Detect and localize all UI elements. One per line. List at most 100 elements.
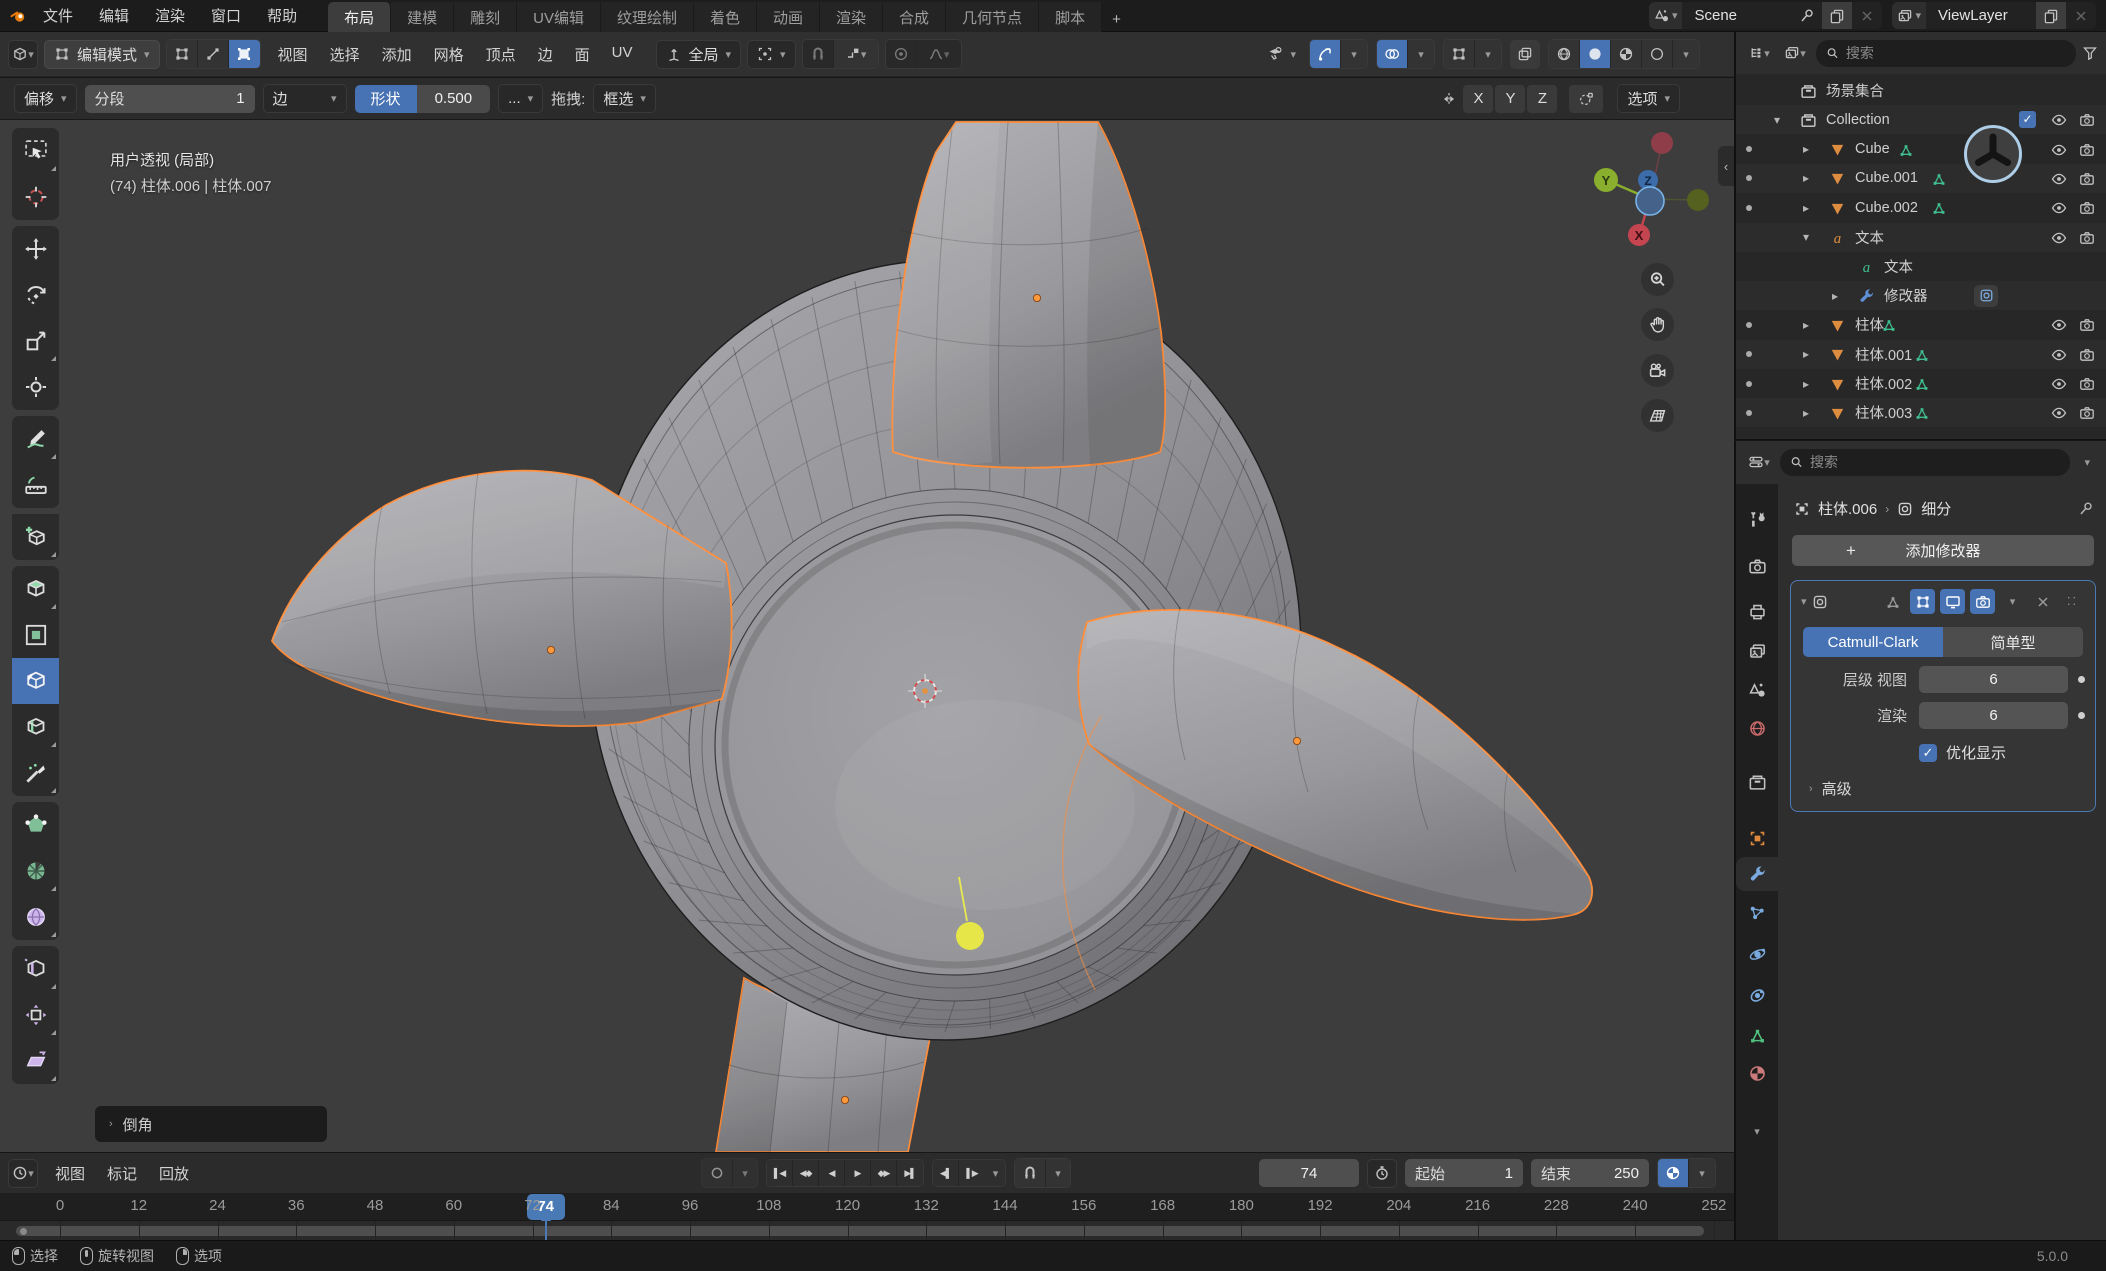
chevron-right-icon[interactable]: ▸ [1803, 318, 1809, 332]
tool-smooth[interactable] [12, 894, 59, 940]
outliner-row-9[interactable]: ▸柱体.001 [1736, 340, 2106, 369]
tabs-scroll-down-icon[interactable]: ▾ [1736, 1114, 1778, 1148]
properties-tab-particles[interactable] [1736, 896, 1778, 930]
play-button[interactable]: ▶ [845, 1160, 871, 1186]
drag-mode-dropdown[interactable]: 框选▾ [593, 84, 656, 113]
tool-inset-faces[interactable] [12, 612, 59, 658]
timeline-menu-2[interactable]: 回放 [148, 1160, 200, 1187]
chevron-down-icon[interactable]: ▾ [1803, 230, 1809, 244]
scene-icon[interactable]: ▾ [1649, 2, 1683, 29]
segments-field[interactable]: 分段 1 [85, 85, 255, 113]
workspace-tab-7[interactable]: 渲染 [820, 2, 883, 32]
outliner-row-2[interactable]: ▸Cube [1736, 135, 2106, 164]
mode-dropdown[interactable]: 编辑模式 ▾ [44, 40, 160, 69]
properties-tab-collection[interactable] [1736, 765, 1778, 799]
viewport-menu-0[interactable]: 视图 [267, 40, 319, 69]
tool-loop-cut[interactable] [12, 704, 59, 750]
new-scene-icon[interactable] [1822, 2, 1852, 29]
optimal-display-checkbox[interactable]: ✓ [1919, 744, 1937, 762]
hide-eye-toggle[interactable] [2051, 375, 2068, 392]
face-select-mode-button[interactable] [229, 40, 260, 68]
tool-extrude-region[interactable] [12, 566, 59, 612]
viewport-menu-1[interactable]: 选择 [319, 40, 371, 69]
workspace-tab-9[interactable]: 几何节点 [946, 2, 1039, 32]
outliner-search[interactable] [1816, 40, 2076, 67]
tool-bevel[interactable] [12, 658, 59, 704]
disable-render-toggle[interactable] [2079, 170, 2096, 187]
workspace-tab-3[interactable]: UV编辑 [517, 2, 601, 32]
affect-dropdown[interactable]: 边▾ [263, 84, 347, 113]
zoom-button[interactable] [1641, 263, 1674, 296]
viewport-menu-2[interactable]: 添加 [371, 40, 423, 69]
tool-scale[interactable] [12, 318, 59, 364]
tool-poly-build[interactable] [12, 802, 59, 848]
disable-render-toggle[interactable] [2079, 316, 2096, 333]
vertex-select-mode-button[interactable] [167, 40, 198, 68]
timeline-menu-0[interactable]: 视图 [44, 1160, 96, 1187]
outliner-row-1[interactable]: ▾Collection✓ [1736, 105, 2106, 134]
breadcrumb-panel[interactable]: 细分 [1921, 498, 1951, 519]
viewport-menu-3[interactable]: 网格 [423, 40, 475, 69]
tool-select-box[interactable] [12, 128, 59, 174]
operator-panel[interactable]: › 倒角 [95, 1106, 327, 1142]
drag-handle[interactable]: ⁚⁚ [2060, 589, 2085, 614]
shading-dropdown[interactable]: ▾ [1673, 40, 1699, 68]
editmode-overlays-button[interactable] [1444, 40, 1475, 68]
play-reverse-button[interactable]: ◀ [819, 1160, 845, 1186]
workspace-tab-5[interactable]: 着色 [694, 2, 757, 32]
timeline-menu-1[interactable]: 标记 [96, 1160, 148, 1187]
mirror-axis-y[interactable]: Y [1495, 85, 1525, 113]
subdivision-type-1[interactable]: 简单型 [1943, 627, 2083, 657]
hide-eye-toggle[interactable] [2051, 111, 2068, 128]
properties-tab-tool[interactable] [1736, 502, 1778, 536]
show-overlays-toggle[interactable] [1377, 40, 1408, 68]
disable-render-toggle[interactable] [2079, 346, 2096, 363]
tool-add-cube[interactable] [12, 514, 59, 560]
mirror-axis-x[interactable]: X [1463, 85, 1493, 113]
toggle-xray-button[interactable] [1510, 40, 1540, 69]
step-forward-button[interactable]: ▌▶ [959, 1160, 985, 1186]
workspace-tab-1[interactable]: 建模 [391, 2, 454, 32]
ortho-toggle-button[interactable] [1641, 399, 1674, 432]
viewport-menu-6[interactable]: 面 [564, 40, 601, 69]
tool-rotate[interactable] [12, 272, 59, 318]
hide-eye-toggle[interactable] [2051, 229, 2068, 246]
outliner-search-input[interactable] [1846, 45, 2066, 61]
collection-checkbox[interactable]: ✓ [2019, 111, 2036, 128]
offset-mode-dropdown[interactable]: 偏移▾ [14, 84, 77, 113]
render-value-field[interactable]: 6 [1919, 702, 2068, 729]
properties-tab-modifiers[interactable] [1736, 857, 1778, 891]
levels-value-field[interactable]: 6 [1919, 666, 2068, 693]
outliner-row-8[interactable]: ▸柱体 [1736, 310, 2106, 339]
tool-cursor[interactable] [12, 174, 59, 220]
transform-orientation-dropdown[interactable]: 全局 ▾ [656, 40, 742, 69]
prev-keyframe-button[interactable]: ◀◆ [793, 1160, 819, 1186]
disable-render-toggle[interactable] [2079, 375, 2096, 392]
hide-eye-toggle[interactable] [2051, 316, 2068, 333]
outliner-row-7[interactable]: ▸修改器 [1736, 281, 2106, 310]
outliner-row-3[interactable]: ▸Cube.001 [1736, 164, 2106, 193]
solid-shading-button[interactable] [1580, 40, 1611, 68]
modifier-badge-icon[interactable] [1974, 285, 1998, 307]
topbar-menu-3[interactable]: 窗口 [198, 1, 254, 30]
tool-edge-slide[interactable] [12, 946, 59, 992]
timeline-ruler[interactable]: 74 0122436486072849610812013214415616818… [0, 1193, 1734, 1221]
hide-eye-toggle[interactable] [2051, 346, 2068, 363]
sync-dropdown[interactable]: ▾ [1046, 1159, 1070, 1187]
tool-transform[interactable] [12, 364, 59, 410]
outliner-row-scene-collection[interactable]: 场景集合 [1736, 76, 2106, 105]
workspace-tab-4[interactable]: 纹理绘制 [601, 2, 694, 32]
tool-options-dropdown[interactable]: 选项▾ [1617, 84, 1680, 113]
more-options-dropdown[interactable]: ...▾ [498, 84, 543, 113]
editmode-overlays-dropdown[interactable]: ▾ [1475, 40, 1501, 68]
snap-toggle-button[interactable] [803, 40, 834, 68]
scene-selector[interactable]: ▾ Scene [1649, 2, 1883, 29]
hide-eye-toggle[interactable] [2051, 404, 2068, 421]
properties-search-input[interactable] [1810, 454, 2061, 470]
snap-base-button[interactable] [1569, 85, 1603, 113]
outliner-editor-type-button[interactable]: ▾ [1744, 39, 1774, 68]
subdivision-type-0[interactable]: Catmull-Clark [1803, 627, 1943, 657]
advanced-section[interactable]: › 高级 [1809, 778, 2085, 799]
new-viewlayer-icon[interactable] [2036, 2, 2066, 29]
edge-select-mode-button[interactable] [198, 40, 229, 68]
